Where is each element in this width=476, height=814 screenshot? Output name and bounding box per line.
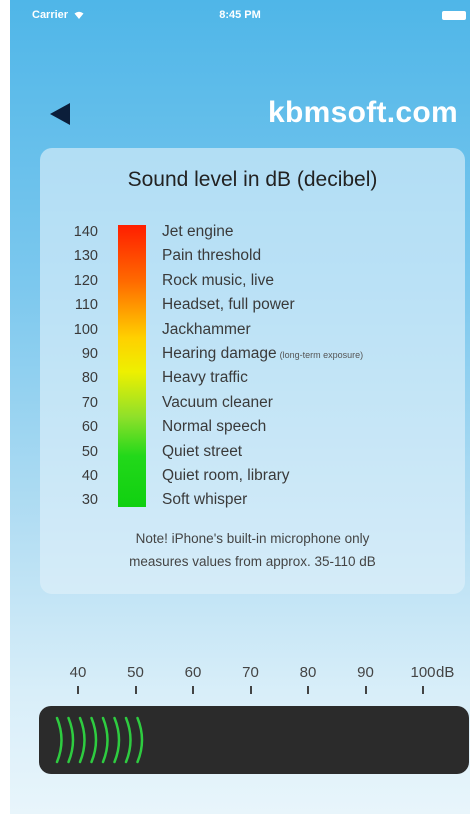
meter-tick-mark: [77, 686, 79, 694]
db-example-text: Soft whisper: [162, 491, 248, 509]
db-example-text: Pain threshold: [162, 247, 262, 265]
note-line-2: measures values from approx. 35-110 dB: [129, 554, 376, 569]
card-title: Sound level in dB (decibel): [127, 168, 378, 191]
db-example-text: Rock music, live: [162, 271, 274, 289]
db-example-text: Quiet street: [162, 442, 243, 460]
db-value: 90: [81, 345, 98, 362]
sound-level-bars: [55, 716, 144, 764]
db-example-text: Vacuum cleaner: [162, 393, 273, 411]
db-example-label: Rock music, live: [162, 269, 462, 293]
meter-tick-label: 50: [127, 664, 144, 681]
db-example-label: Quiet room, library: [162, 464, 462, 488]
brand-title[interactable]: kbmsoft.com: [268, 96, 458, 130]
db-value: 40: [81, 467, 98, 484]
db-example-text: Heavy traffic: [162, 369, 248, 387]
meter-unit-label: dB: [436, 664, 455, 681]
db-example-text: Normal speech: [162, 418, 267, 436]
meter-tick-mark: [249, 686, 252, 694]
meter-tick-mark: [307, 686, 309, 694]
back-triangle-icon: [50, 103, 70, 125]
db-example-text: Quiet room, library: [162, 466, 290, 484]
meter-scale: 40 50 60 70 80 90 100 dB: [10, 664, 470, 704]
note-line-1: Note! iPhone's built-in microphone only: [135, 531, 370, 546]
meter-tick-label: 70: [242, 664, 259, 681]
status-time: 8:45 PM: [219, 9, 261, 21]
back-button[interactable]: [46, 100, 74, 128]
sound-level-bar: [136, 716, 144, 764]
db-color-gradient-bar: [118, 225, 146, 507]
meter-tick-mark: [364, 686, 367, 694]
db-example-label: Vacuum cleaner: [162, 391, 462, 415]
sound-level-bar: [78, 716, 86, 764]
db-scale-numbers: 140 130 120 110 100 90 80 70 60 50 40 30: [58, 220, 98, 513]
sound-level-bar: [55, 716, 63, 764]
meter-tick-mark: [422, 686, 424, 694]
db-example-label: Pain threshold: [162, 244, 462, 268]
db-value: 60: [81, 419, 98, 436]
db-example-text: Jackhammer: [162, 320, 251, 338]
meter-tick-label: 100: [410, 664, 436, 681]
meter-tick-label: 80: [299, 664, 317, 681]
db-value: 70: [81, 394, 98, 411]
meter-tick-mark: [134, 686, 137, 694]
db-value: 30: [81, 492, 98, 509]
sound-level-bar: [67, 716, 75, 764]
db-example-label: Jackhammer: [162, 318, 462, 342]
db-value: 120: [73, 272, 98, 289]
db-example-label: Normal speech: [162, 415, 462, 439]
sound-level-bar: [124, 716, 132, 764]
sound-level-bar: [113, 716, 121, 764]
battery-icon: [442, 11, 466, 20]
db-value: 130: [73, 248, 98, 265]
db-example-label: Hearing damage (long-term exposure): [162, 342, 462, 366]
meter-tick-label: 40: [69, 664, 87, 681]
sound-level-info-card: Sound level in dB (decibel) 140 130 120 110…: [40, 148, 465, 594]
db-value: 50: [81, 443, 98, 460]
db-example-label: Soft whisper: [162, 488, 462, 512]
db-example-note: (long-term exposure): [279, 349, 364, 360]
db-value: 80: [81, 370, 98, 387]
db-example-label: Headset, full power: [162, 293, 462, 317]
db-value: 140: [73, 224, 98, 240]
db-value: 110: [74, 297, 98, 314]
db-example-label: Jet engine: [162, 220, 462, 244]
db-example-label: Quiet street: [162, 440, 462, 464]
sound-level-bar: [101, 716, 109, 764]
microphone-note: Note! iPhone's built-in microphone only …: [60, 527, 445, 573]
navigation-bar: kbmsoft.com: [10, 80, 470, 140]
db-example-text: Jet engine: [162, 223, 234, 240]
db-example-text: Headset, full power: [162, 296, 295, 314]
db-scale-labels: Jet engine Pain threshold Rock music, live…: [162, 220, 462, 513]
sound-meter-panel: [39, 706, 469, 774]
meter-tick-label: 90: [357, 664, 374, 681]
db-example-text: Hearing damage: [162, 344, 277, 362]
db-example-label: Heavy traffic: [162, 366, 462, 390]
meter-tick-label: 60: [184, 664, 202, 681]
meter-tick-mark: [192, 686, 194, 694]
db-value: 100: [73, 321, 98, 338]
status-bar: Carrier 8:45 PM: [10, 0, 470, 30]
app-screen: Carrier 8:45 PM kbmsoft.com Sound level …: [10, 0, 470, 814]
sound-level-bar: [90, 716, 98, 764]
